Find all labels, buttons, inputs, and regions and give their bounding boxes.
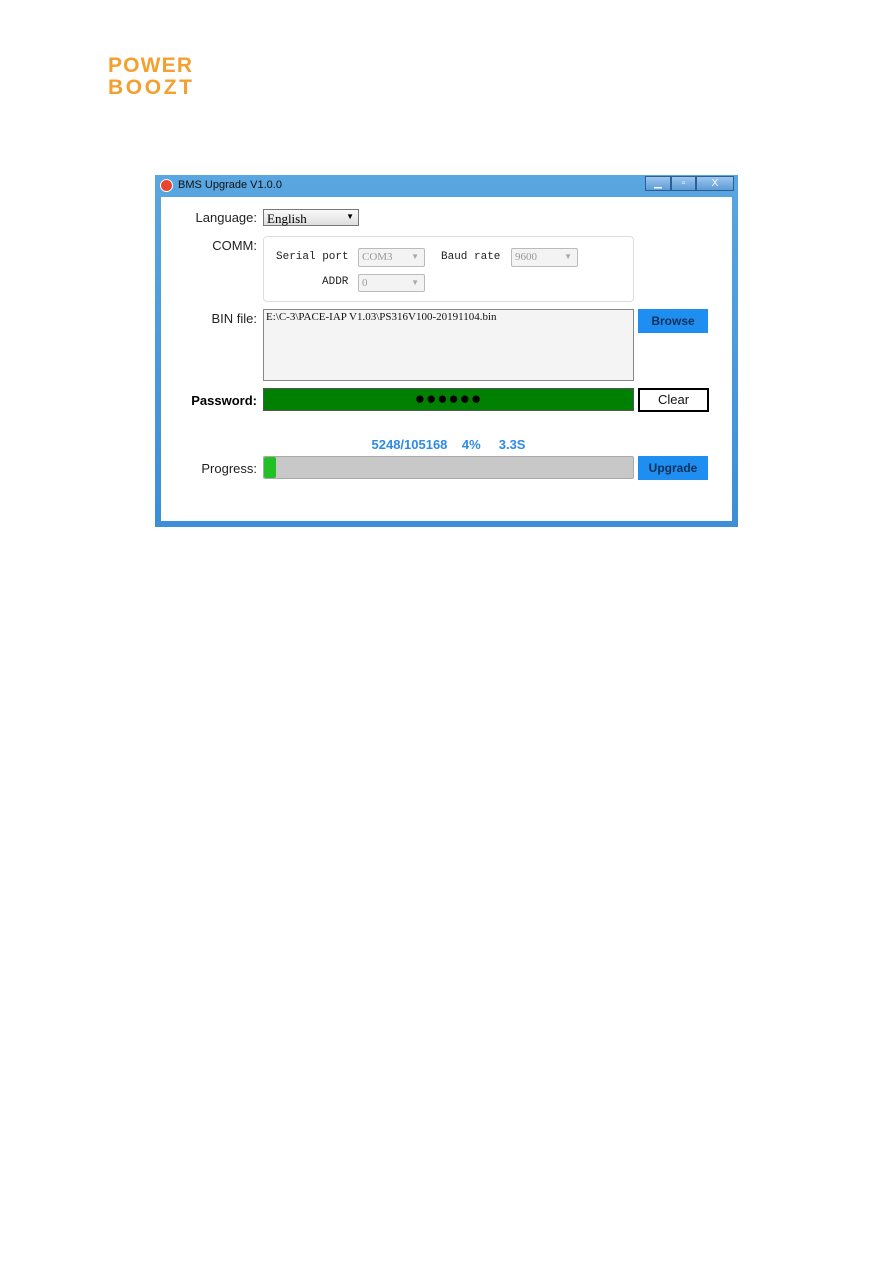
password-field[interactable]: ●●●●●● bbox=[263, 388, 634, 411]
bin-file-label: BIN file: bbox=[211, 311, 257, 326]
app-window: BMS Upgrade V1.0.0 ▁ ▫ X Language: Engli… bbox=[155, 175, 738, 527]
progress-fill bbox=[264, 457, 276, 478]
progress-bar bbox=[263, 456, 634, 479]
baud-rate-value: 9600 bbox=[515, 251, 537, 263]
language-select[interactable]: English ▼ bbox=[263, 209, 359, 226]
progress-time: 3.3S bbox=[498, 437, 526, 452]
maximize-button[interactable]: ▫ bbox=[671, 176, 696, 191]
serial-port-label: Serial port bbox=[276, 251, 349, 263]
bin-file-path: E:\C-3\PACE-IAP V1.03\PS316V100-20191104… bbox=[266, 311, 497, 323]
document-page: POWER BOOZT BMS Upgrade V1.0.0 ▁ ▫ X Lan… bbox=[0, 0, 893, 1263]
svg-text:POWER: POWER bbox=[108, 54, 192, 77]
window-client: Language: English ▼ COMM: Serial port CO… bbox=[161, 197, 732, 521]
close-button[interactable]: X bbox=[696, 176, 734, 191]
progress-count: 5248/105168 bbox=[371, 437, 448, 452]
serial-port-value: COM3 bbox=[362, 251, 393, 263]
addr-select[interactable]: 0 ▼ bbox=[358, 274, 425, 292]
baud-rate-select[interactable]: 9600 ▼ bbox=[511, 248, 578, 267]
svg-text:BOOZT: BOOZT bbox=[108, 76, 192, 98]
chevron-down-icon: ▼ bbox=[346, 212, 354, 221]
chevron-down-icon: ▼ bbox=[411, 252, 419, 261]
progress-status: 5248/105168 4% 3.3S bbox=[263, 437, 634, 452]
progress-label: Progress: bbox=[201, 461, 257, 476]
close-icon: X bbox=[711, 178, 719, 189]
baud-rate-label: Baud rate bbox=[441, 251, 501, 263]
progress-percent: 4% bbox=[461, 437, 481, 452]
addr-label: ADDR bbox=[322, 276, 349, 288]
comm-label: COMM: bbox=[212, 238, 257, 253]
upgrade-button[interactable]: Upgrade bbox=[638, 456, 708, 480]
serial-port-select[interactable]: COM3 ▼ bbox=[358, 248, 425, 267]
app-icon bbox=[160, 179, 173, 192]
language-label: Language: bbox=[195, 210, 257, 225]
comm-group bbox=[263, 236, 634, 302]
password-label: Password: bbox=[191, 393, 257, 408]
language-value: English bbox=[267, 211, 307, 226]
bin-file-field[interactable]: E:\C-3\PACE-IAP V1.03\PS316V100-20191104… bbox=[263, 309, 634, 381]
chevron-down-icon: ▼ bbox=[564, 252, 572, 261]
title-bar[interactable]: BMS Upgrade V1.0.0 ▁ ▫ X bbox=[155, 175, 738, 197]
chevron-down-icon: ▼ bbox=[411, 278, 419, 287]
addr-value: 0 bbox=[362, 277, 368, 289]
browse-button[interactable]: Browse bbox=[638, 309, 708, 333]
minimize-button[interactable]: ▁ bbox=[645, 176, 671, 191]
window-title: BMS Upgrade V1.0.0 bbox=[178, 179, 282, 191]
clear-button[interactable]: Clear bbox=[638, 388, 709, 412]
power-boozt-logo: POWER BOOZT bbox=[108, 54, 192, 98]
